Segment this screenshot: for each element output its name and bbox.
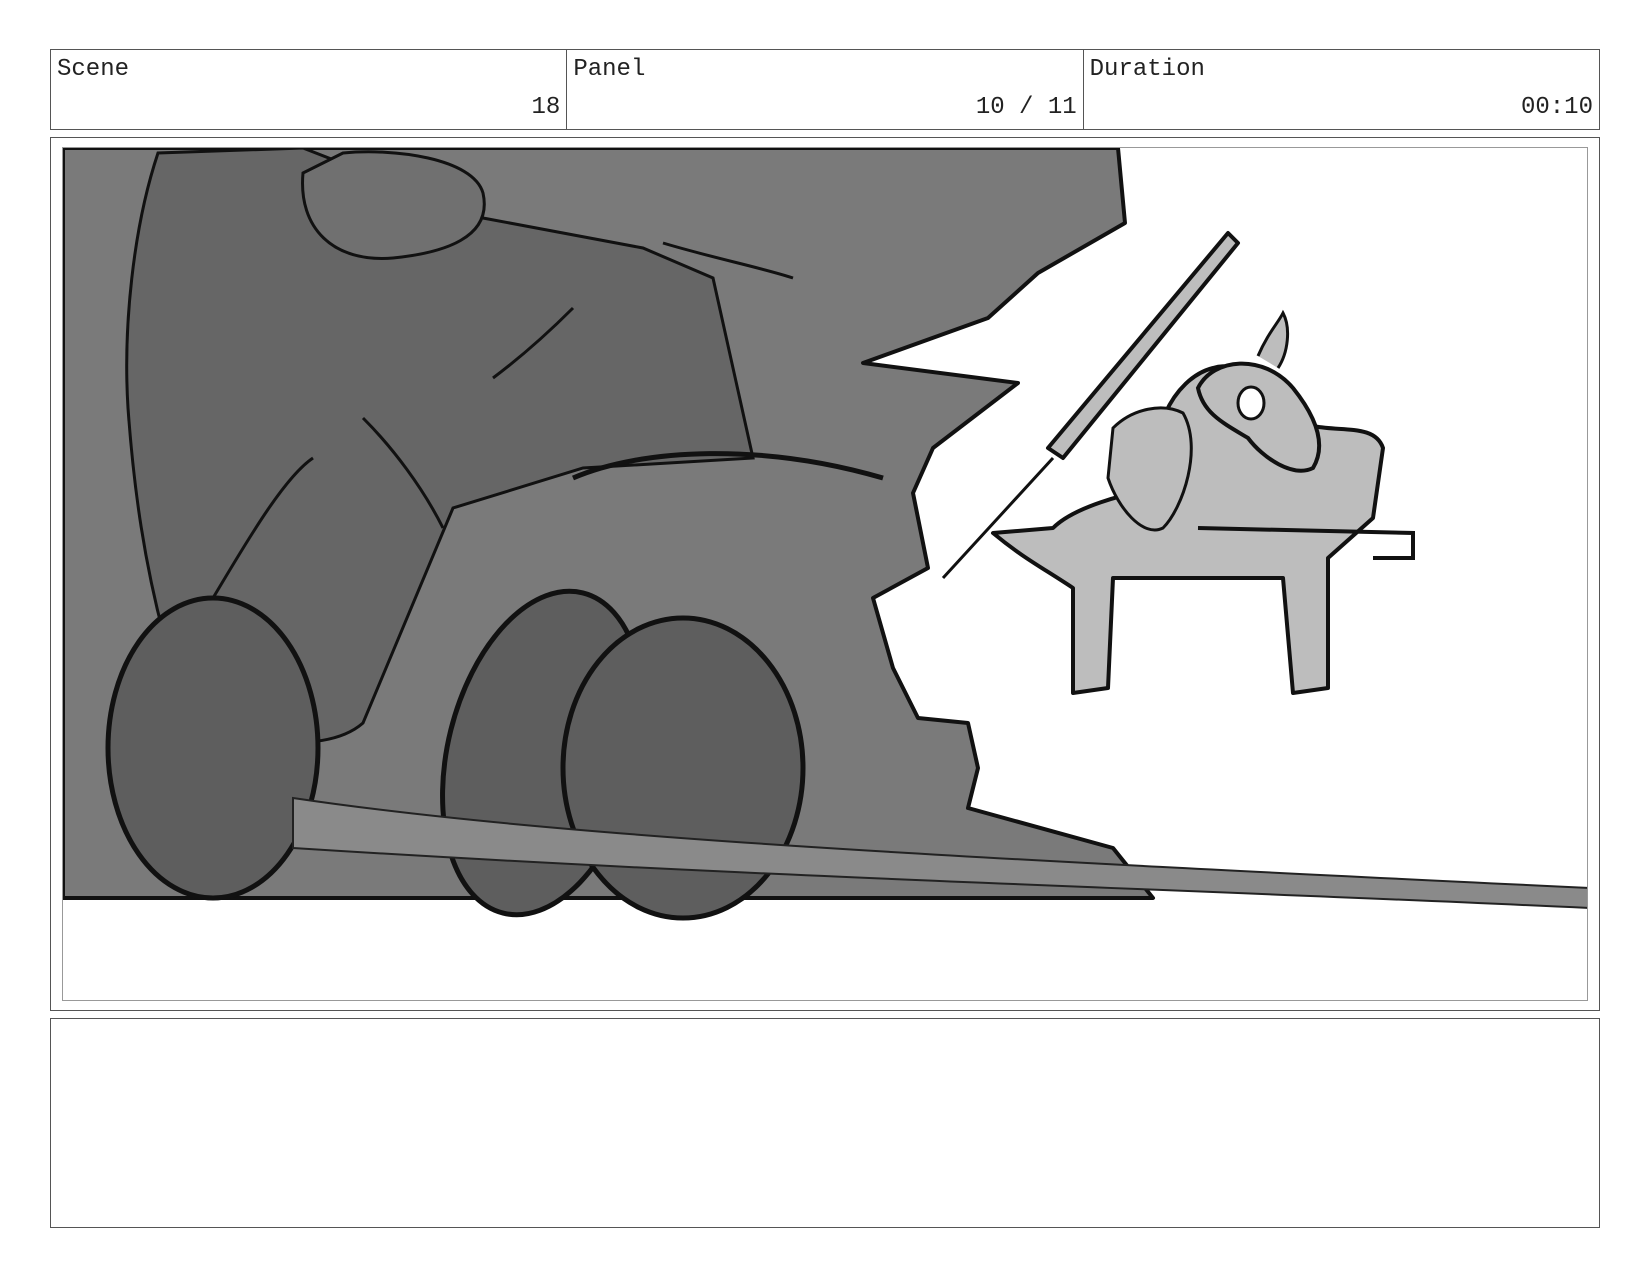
background-creature-horn [1256, 309, 1290, 369]
panel-label: Panel [573, 56, 646, 83]
foreground-helmet [301, 150, 486, 260]
motorcycle-wheel-left [105, 595, 321, 901]
storyboard-panel-frame [50, 137, 1600, 1011]
panel-number: 10 / 11 [975, 94, 1077, 121]
storyboard-sketch [63, 148, 1587, 921]
duration-label: Duration [1089, 56, 1205, 83]
scene-label: Scene [57, 56, 130, 83]
storyboard-drawing [62, 147, 1588, 1001]
panel-info-header: Scene 18 Panel 10 / 11 Duration 00:10 [50, 49, 1600, 130]
background-creature-eye [1236, 385, 1266, 421]
scene-cell: Scene 18 [51, 50, 568, 129]
scene-number: 18 [531, 94, 561, 121]
duration-value: 00:10 [1520, 94, 1593, 121]
panel-notes-box[interactable] [50, 1018, 1600, 1228]
duration-cell: Duration 00:10 [1084, 50, 1599, 129]
panel-cell: Panel 10 / 11 [567, 50, 1084, 129]
